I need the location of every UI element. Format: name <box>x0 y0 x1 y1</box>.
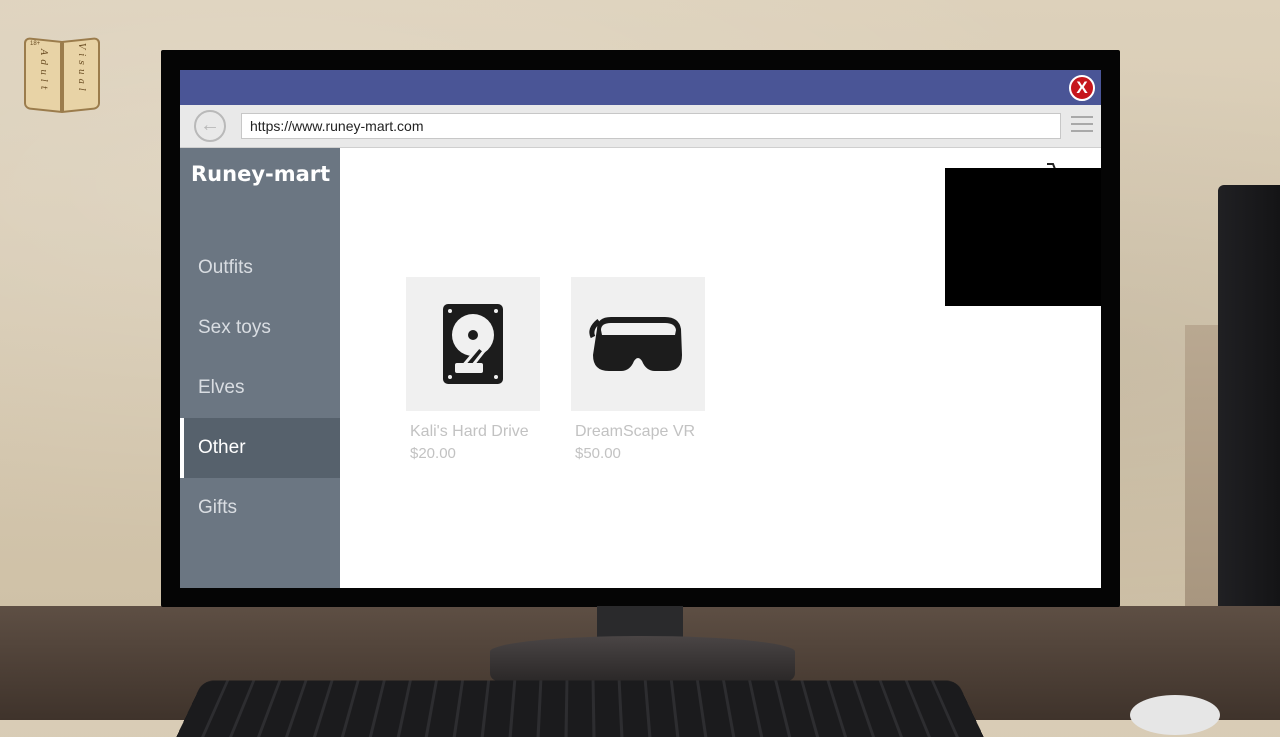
background-pc-tower <box>1218 185 1280 655</box>
sidebar-item-other[interactable]: Other <box>180 418 340 478</box>
product-thumbnail <box>406 277 540 411</box>
site-brand[interactable]: Runey-mart <box>191 162 330 186</box>
product-card[interactable]: Kali's Hard Drive $20.00 <box>406 277 540 462</box>
main-content: Kali's Hard Drive $20.00 DreamScape VR $… <box>340 148 1101 588</box>
logo-right-word: Visual <box>76 43 86 95</box>
monitor-stand-base <box>490 636 795 681</box>
logo-left-word: Adult <box>38 49 48 94</box>
sidebar-item-elves[interactable]: Elves <box>180 358 340 418</box>
censor-box <box>945 168 1101 306</box>
close-button[interactable]: X <box>1069 75 1095 101</box>
browser-titlebar: X <box>180 70 1101 105</box>
address-bar[interactable]: https://www.runey-mart.com <box>241 113 1061 139</box>
product-name: Kali's Hard Drive <box>410 423 529 440</box>
sidebar: Runey-mart Outfits Sex toys Elves Other … <box>180 148 340 588</box>
vr-headset-icon <box>589 317 682 371</box>
menu-icon[interactable] <box>1071 116 1093 136</box>
sidebar-item-gifts[interactable]: Gifts <box>180 478 340 538</box>
back-button[interactable]: ← <box>194 110 226 142</box>
browser-toolbar: ← https://www.runey-mart.com <box>180 105 1101 148</box>
logo-age: 18+ <box>30 41 41 47</box>
browser-window: X ← https://www.runey-mart.com Runey-mar… <box>180 70 1101 588</box>
hard-drive-icon <box>443 304 503 384</box>
mouse <box>1130 695 1220 735</box>
product-price: $20.00 <box>410 445 456 462</box>
product-card[interactable]: DreamScape VR $50.00 <box>571 277 705 462</box>
product-name: DreamScape VR <box>575 423 696 440</box>
keyboard <box>176 680 984 737</box>
sidebar-item-outfits[interactable]: Outfits <box>180 238 340 298</box>
product-price: $50.00 <box>575 445 621 462</box>
sidebar-item-sex-toys[interactable]: Sex toys <box>180 298 340 358</box>
product-thumbnail <box>571 277 705 411</box>
game-logo: 18+ Adult Visual <box>22 33 104 115</box>
